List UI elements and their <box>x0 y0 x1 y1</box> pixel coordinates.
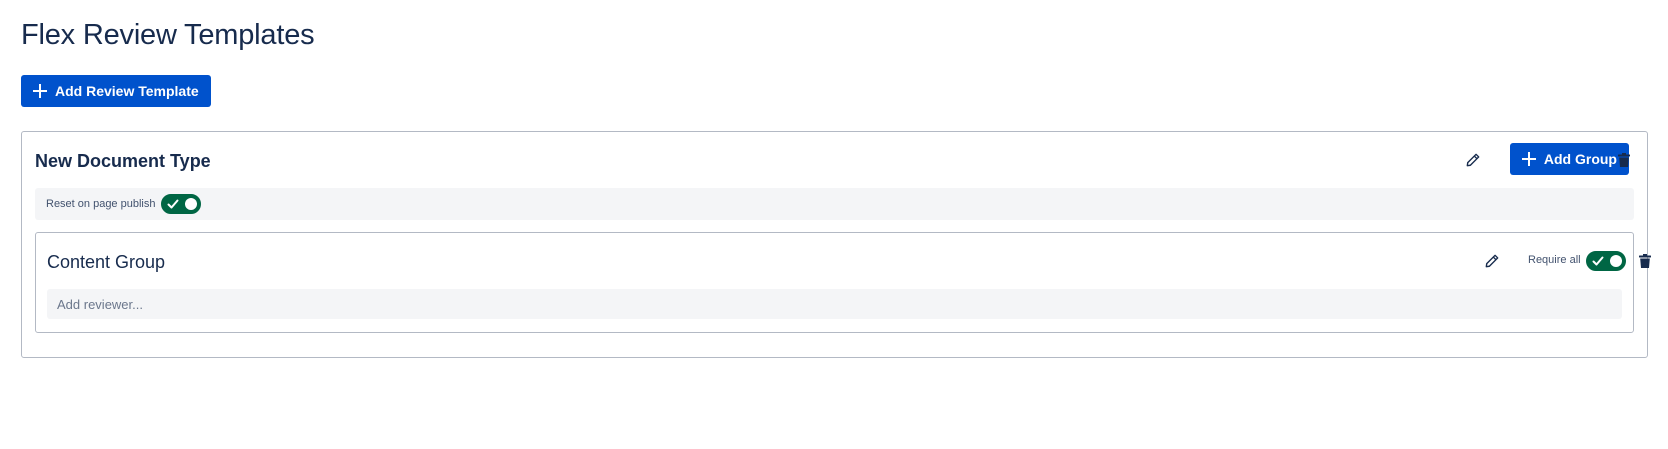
plus-icon <box>1521 152 1536 166</box>
require-all-toggle[interactable] <box>1586 251 1626 271</box>
edit-group-button[interactable] <box>1480 249 1504 273</box>
toggle-knob <box>1610 255 1622 267</box>
group-title: Content Group <box>47 252 166 272</box>
add-group-label: Add Group <box>1543 151 1617 167</box>
check-icon <box>1592 256 1604 266</box>
add-review-template-label: Add Review Template <box>55 83 199 99</box>
reset-on-publish-toggle[interactable] <box>161 194 202 214</box>
plus-icon <box>33 84 47 98</box>
delete-template-button[interactable] <box>1612 148 1636 172</box>
review-template-card: New Document Type Add Group Reset on pag… <box>21 131 1651 358</box>
template-title: New Document Type <box>35 151 211 171</box>
toggle-knob <box>185 198 198 210</box>
delete-group-button[interactable] <box>1633 249 1657 273</box>
reset-on-publish-label: Reset on page publish <box>46 198 156 210</box>
check-icon <box>167 199 179 209</box>
add-reviewer-input[interactable] <box>47 289 1622 319</box>
page-title: Flex Review Templates <box>21 19 315 51</box>
trash-icon <box>1618 153 1630 167</box>
trash-icon <box>1639 254 1651 268</box>
reset-on-publish-row: Reset on page publish <box>35 188 1634 220</box>
add-review-template-button[interactable]: Add Review Template <box>21 75 211 107</box>
pencil-icon <box>1485 254 1499 268</box>
review-group-card: Content Group Require all <box>35 232 1651 333</box>
edit-template-button[interactable] <box>1461 148 1485 172</box>
require-all-label: Require all <box>1528 254 1581 266</box>
pencil-icon <box>1466 153 1480 167</box>
